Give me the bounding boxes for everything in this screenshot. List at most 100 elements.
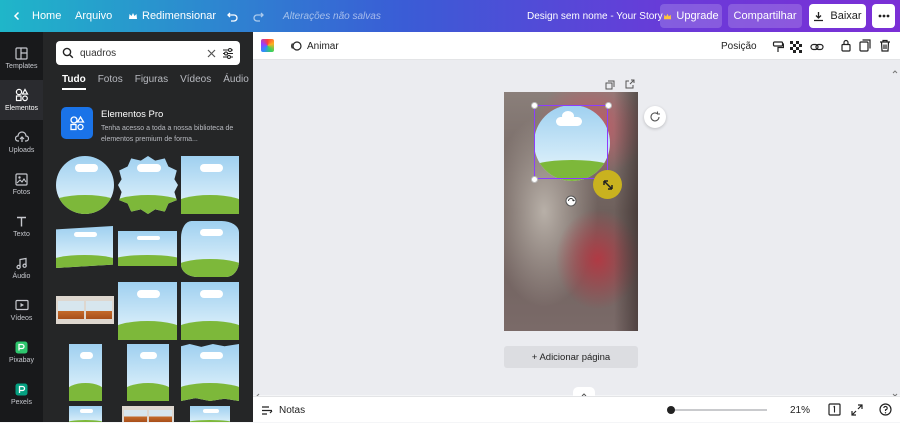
elementos-pro-banner[interactable]: Elementos Pro Tenha acesso a toda a noss… <box>61 105 241 145</box>
frame-thumbnail[interactable] <box>56 296 114 324</box>
tab-tudo[interactable]: Tudo <box>62 74 86 90</box>
download-icon <box>813 11 824 22</box>
context-toolbar: Animar Posição <box>253 32 900 60</box>
refresh-button[interactable] <box>644 106 666 128</box>
fullscreen-icon[interactable] <box>851 404 863 419</box>
frame-thumbnail[interactable] <box>69 406 102 422</box>
trash-icon[interactable] <box>879 39 891 57</box>
animate-button[interactable]: Animar <box>290 32 339 60</box>
pixabay-icon <box>15 340 29 354</box>
rail-item-templates[interactable]: Templates <box>0 38 43 78</box>
scroll-up-arrow[interactable] <box>892 62 898 74</box>
pexels-icon <box>15 382 29 396</box>
share-button[interactable]: Compartilhar <box>728 4 802 28</box>
position-button[interactable]: Posição <box>721 32 757 60</box>
rail-item-videos[interactable]: Vídeos <box>0 290 43 330</box>
frame-thumbnail[interactable] <box>181 282 239 340</box>
undo-button[interactable] <box>226 0 239 32</box>
share-label: Compartilhar <box>733 10 797 22</box>
frame-thumbnail[interactable] <box>56 156 114 214</box>
cloud-upload-icon <box>14 130 29 144</box>
tab-videos[interactable]: Vídeos <box>180 74 211 90</box>
tab-audio[interactable]: Áudio <box>223 74 249 90</box>
scroll-down-arrow[interactable] <box>892 385 898 397</box>
rail-item-uploads[interactable]: Uploads <box>0 122 43 162</box>
search-box[interactable]: quadros <box>56 41 240 65</box>
crown-icon <box>128 11 138 21</box>
rail-item-texto[interactable]: Texto <box>0 206 43 246</box>
notes-icon <box>261 405 273 416</box>
frame-thumbnail[interactable] <box>122 406 174 422</box>
redimensionar-label: Redimensionar <box>142 10 216 22</box>
frame-thumbnail[interactable] <box>56 226 113 268</box>
rail-label: Uploads <box>8 147 35 154</box>
side-rail: Templates Elementos Uploads Fotos Texto … <box>0 32 43 422</box>
rail-item-pexels[interactable]: Pexels <box>0 374 43 414</box>
rail-label: Texto <box>13 231 30 238</box>
frame-thumbnail[interactable] <box>181 221 239 277</box>
resize-handle-nw[interactable] <box>531 102 538 109</box>
shapes-icon <box>15 88 29 102</box>
resize-handle-ne[interactable] <box>605 102 612 109</box>
layout-icon <box>15 46 29 60</box>
circle-frame-selected[interactable] <box>534 105 610 181</box>
upgrade-button[interactable]: Upgrade <box>660 4 722 28</box>
more-horizontal-icon <box>878 14 890 18</box>
rail-label: Templates <box>5 63 38 70</box>
frame-thumbnail[interactable] <box>127 344 169 401</box>
rail-label: Áudio <box>12 273 31 280</box>
home-button[interactable]: Home <box>12 0 61 32</box>
doc-title[interactable]: Design sem nome - Your Story <box>527 0 663 32</box>
link-icon[interactable] <box>810 40 824 58</box>
rail-label: Fotos <box>12 189 31 196</box>
more-button[interactable] <box>872 4 895 28</box>
video-icon <box>14 298 29 312</box>
download-button[interactable]: Baixar <box>809 4 866 28</box>
paint-format-icon[interactable] <box>772 40 785 58</box>
bottom-bar: Notas 21% <box>253 396 900 422</box>
rail-label: Elementos <box>4 105 39 112</box>
tab-figuras[interactable]: Figuras <box>135 74 168 90</box>
redimensionar-button[interactable]: Redimensionar <box>128 0 216 32</box>
rail-item-audio[interactable]: Áudio <box>0 248 43 288</box>
resize-handle-sw[interactable] <box>531 176 538 183</box>
pro-title: Elementos Pro <box>101 109 164 120</box>
unsaved-status: Alterações não salvas <box>283 10 381 22</box>
close-icon[interactable] <box>207 49 216 58</box>
music-icon <box>15 256 29 270</box>
search-input[interactable]: quadros <box>80 48 201 59</box>
redo-button[interactable] <box>252 0 265 32</box>
rail-item-fotos[interactable]: Fotos <box>0 164 43 204</box>
rail-item-elementos[interactable]: Elementos <box>0 80 43 120</box>
crown-icon <box>663 12 672 21</box>
help-icon[interactable] <box>879 403 892 419</box>
add-page-button[interactable]: + Adicionar página <box>504 346 638 368</box>
rail-label: Pexels <box>10 399 32 406</box>
transparency-icon[interactable] <box>790 40 802 58</box>
frame-thumbnail[interactable] <box>118 231 177 266</box>
frame-thumbnail[interactable] <box>118 282 177 340</box>
arquivo-menu[interactable]: Arquivo <box>75 0 112 32</box>
rail-label: Pixabay <box>9 357 34 364</box>
duplicate-icon[interactable] <box>859 39 871 57</box>
rail-item-pixabay[interactable]: Pixabay <box>0 332 43 372</box>
zoom-slider[interactable] <box>667 406 767 414</box>
tab-fotos[interactable]: Fotos <box>98 74 123 90</box>
zoom-level[interactable]: 21% <box>790 397 810 423</box>
rotate-handle-icon[interactable] <box>565 194 577 207</box>
notes-button[interactable]: Notas <box>261 397 305 423</box>
image-icon <box>15 172 29 186</box>
page-count-icon[interactable] <box>828 403 841 419</box>
lock-icon[interactable] <box>840 39 852 57</box>
frame-thumbnail[interactable] <box>181 156 239 214</box>
scroll-left-arrow[interactable] <box>255 386 261 399</box>
color-picker-icon[interactable] <box>261 39 274 52</box>
frame-thumbnail[interactable] <box>118 156 178 214</box>
upgrade-label: Upgrade <box>676 10 719 22</box>
frame-thumbnail[interactable] <box>181 344 239 401</box>
zoom-slider-knob[interactable] <box>667 406 676 414</box>
frame-thumbnail[interactable] <box>69 344 102 401</box>
resize-handle-se[interactable] <box>593 170 622 199</box>
frame-thumbnail[interactable] <box>190 406 230 422</box>
filter-icon[interactable] <box>222 47 234 59</box>
